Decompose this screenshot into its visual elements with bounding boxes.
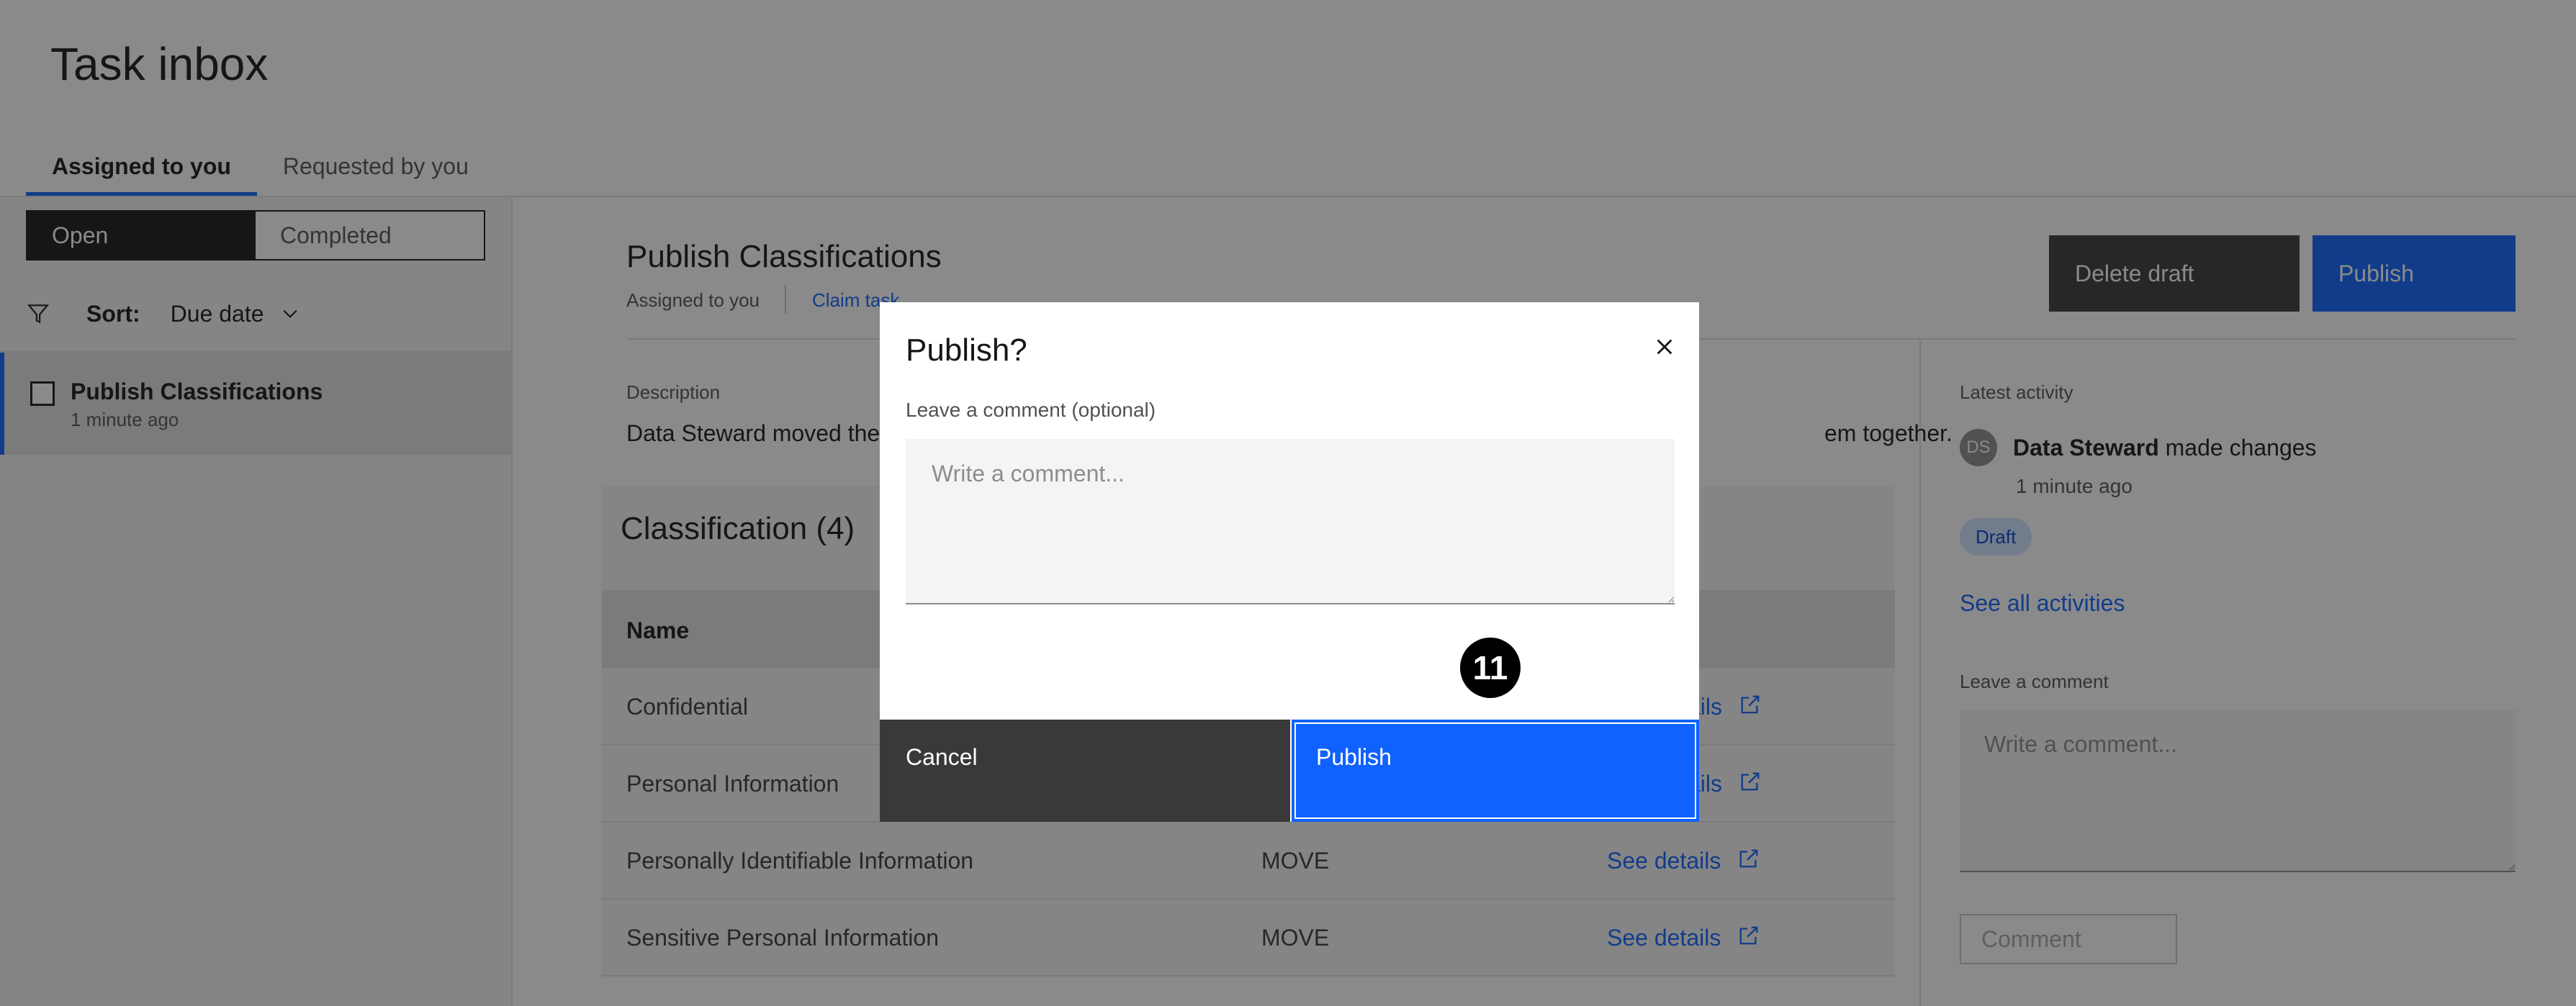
- modal-title: Publish?: [906, 332, 1027, 368]
- modal-publish-button[interactable]: Publish: [1292, 720, 1699, 822]
- modal-comment-label: Leave a comment (optional): [906, 399, 1156, 421]
- step-badge: 11: [1460, 638, 1521, 698]
- modal-cancel-button[interactable]: Cancel: [880, 720, 1290, 822]
- modal-comment-input[interactable]: [906, 439, 1675, 604]
- modal-close-button[interactable]: [1643, 325, 1686, 368]
- publish-modal: Publish? Leave a comment (optional) 11 C…: [880, 302, 1699, 822]
- close-icon: [1657, 339, 1672, 355]
